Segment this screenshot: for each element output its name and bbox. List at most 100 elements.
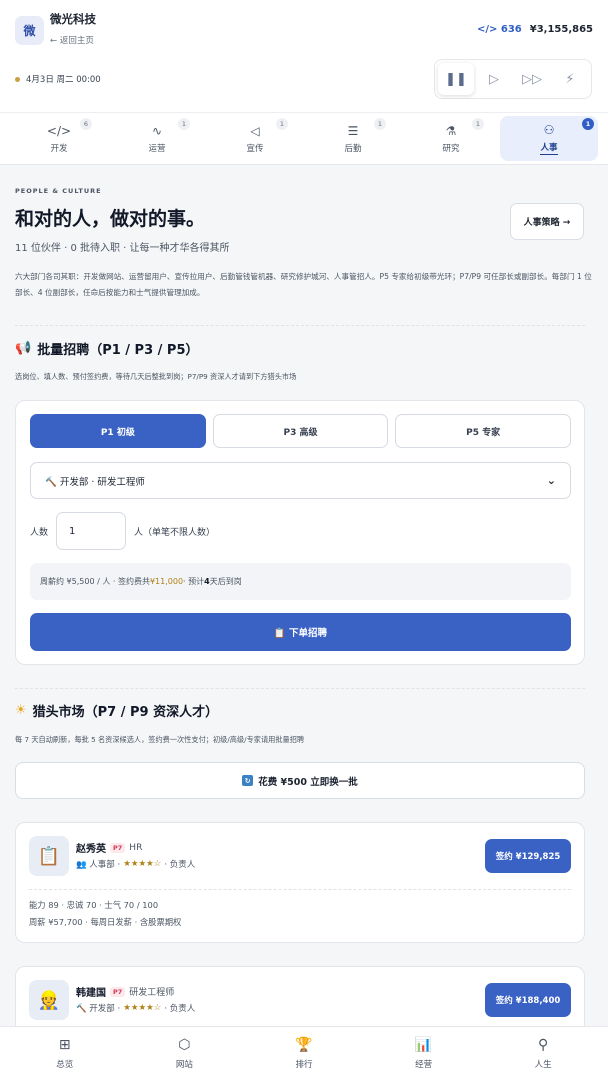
nav-life[interactable]: ⚲ 人生 xyxy=(483,1027,603,1080)
flask-icon: ⚗ xyxy=(445,123,457,138)
company-logo: 微 xyxy=(15,16,44,45)
tab-badge: 1 xyxy=(582,118,594,130)
candidate-dept-row: 👥 人事部 · ★★★★☆ · 负责人 xyxy=(76,858,195,870)
tab-label: 运营 xyxy=(148,143,166,154)
status-dot-icon xyxy=(15,76,20,82)
tab-label: 后勤 xyxy=(344,143,362,154)
batch-recruit-card: P1 初级 P3 高级 P5 专家 🔨 开发部 · 研发工程师 ⌄ 人数 1 人… xyxy=(15,400,585,665)
divider xyxy=(29,889,571,890)
main-content[interactable]: PEOPLE & CULTURE 和对的人，做对的事。 11 位伙伴 · 0 批… xyxy=(0,166,608,1026)
candidate-dept-suffix: · 负责人 xyxy=(164,860,196,870)
bottom-nav: ⊞ 总览 ⬡ 网站 🏆 排行 📊 经营 ⚲ 人生 xyxy=(0,1026,608,1080)
company-name: 微光科技 xyxy=(50,12,96,26)
headcount-input[interactable]: 1 xyxy=(56,512,127,550)
app-header: 微 微光科技 ← 返回主页 </> 636 ¥3,155,865 4月3日 周二… xyxy=(0,0,608,112)
headcount-row: 人数 1 人（单笔不限人数） xyxy=(30,512,215,550)
worker-icon: 👷 xyxy=(29,980,69,1020)
refresh-icon: ↻ xyxy=(242,775,254,786)
person-walk-icon: ⚲ xyxy=(538,1036,549,1053)
summary-fee: ¥11,000 xyxy=(149,577,184,586)
nav-label: 网站 xyxy=(175,1059,193,1070)
tab-badge: 1 xyxy=(472,118,484,130)
page-subtitle: 11 位伙伴 · 0 批待入职 · 让每一种才华各得其所 xyxy=(15,243,230,254)
candidate-role: HR xyxy=(129,842,143,853)
sign-candidate-button[interactable]: 签约 ¥188,400 xyxy=(485,983,571,1017)
headhunter-title-text: 猎头市场（P7 / P9 资深人才） xyxy=(32,705,219,720)
nav-label: 人生 xyxy=(534,1059,552,1070)
tab-logistics[interactable]: ☰ 后勤 1 xyxy=(304,116,402,161)
clipboard-icon: 📋 xyxy=(29,836,69,876)
headhunter-section-title: ☀ 猎头市场（P7 / P9 资深人才） xyxy=(15,701,218,720)
trophy-icon: 🏆 xyxy=(295,1036,313,1053)
time-controls: ❚❚ ▷ ▷▷ ⚡ xyxy=(434,59,592,99)
nav-business[interactable]: 📊 经营 xyxy=(364,1027,484,1080)
candidate-attributes: 能力 89 · 忠诚 70 · 士气 70 / 100 xyxy=(29,900,159,910)
play-button[interactable]: ▷ xyxy=(476,63,512,95)
tab-dev[interactable]: </> 开发 6 xyxy=(10,116,108,161)
megaphone-icon: ◁ xyxy=(250,123,260,138)
candidate-card: 📋 赵秀英 P7 HR 👥 人事部 · ★★★★☆ · 负责人 签约 ¥129,… xyxy=(15,822,585,943)
tab-research[interactable]: ⚗ 研究 1 xyxy=(402,116,500,161)
section-eyebrow: PEOPLE & CULTURE xyxy=(15,187,102,195)
nav-overview[interactable]: ⊞ 总览 xyxy=(5,1027,125,1080)
game-date: 4月3日 周二 00:00 xyxy=(15,73,101,85)
candidate-role: 研发工程师 xyxy=(129,988,175,998)
rating-stars: ★★★★☆ xyxy=(123,859,162,869)
candidate-dept: 🔨 开发部 · xyxy=(76,1004,121,1014)
sign-candidate-button[interactable]: 签约 ¥129,825 xyxy=(485,839,571,873)
batch-section-subtitle: 选岗位、填人数、预付签约费，等待几天后整批到岗；P7/P9 资深人才请到下方猎头… xyxy=(15,372,297,381)
date-text: 4月3日 周二 00:00 xyxy=(26,75,101,85)
tab-marketing[interactable]: ◁ 宣传 1 xyxy=(206,116,304,161)
tab-badge: 1 xyxy=(178,118,190,130)
nav-website[interactable]: ⬡ 网站 xyxy=(125,1027,245,1080)
back-home-link[interactable]: ← 返回主页 xyxy=(50,34,94,46)
nav-label: 经营 xyxy=(415,1059,433,1070)
tab-hr[interactable]: ⚇ 人事 1 xyxy=(500,116,598,161)
candidate-card: 👷 韩建国 P7 研发工程师 🔨 开发部 · ★★★★☆ · 负责人 签约 ¥1… xyxy=(15,966,585,1026)
summary-mid: · 预计 xyxy=(183,577,205,586)
box-icon: ⬡ xyxy=(178,1036,191,1053)
app-root: 微 微光科技 ← 返回主页 </> 636 ¥3,155,865 4月3日 周二… xyxy=(0,0,608,1080)
level-badge: P7 xyxy=(110,986,126,997)
refresh-button-label: 花费 ¥500 立即换一批 xyxy=(258,776,358,788)
code-count: </> 636 xyxy=(476,24,522,35)
hr-strategy-button[interactable]: 人事策略 → xyxy=(510,203,584,240)
level-selector: P1 初级 P3 高级 P5 专家 xyxy=(30,414,572,448)
place-order-button[interactable]: 📋 下单招聘 xyxy=(30,613,571,651)
position-select[interactable]: 🔨 开发部 · 研发工程师 ⌄ xyxy=(30,462,571,499)
nav-label: 总览 xyxy=(56,1059,74,1070)
level-p1-button[interactable]: P1 初级 xyxy=(30,414,206,448)
nav-label: 排行 xyxy=(295,1059,313,1070)
candidate-name-row: 韩建国 P7 研发工程师 xyxy=(76,984,174,999)
page-description: 六大部门各司其职：开发做网站、运营留用户、宣传拉用户、后勤管钱管机器、研究修护城… xyxy=(15,272,592,297)
headcount-label: 人数 xyxy=(30,527,49,538)
pause-button[interactable]: ❚❚ xyxy=(438,63,474,95)
sun-icon: ☀ xyxy=(15,703,27,718)
money-balance: ¥3,155,865 xyxy=(529,24,593,35)
summary-suffix: 天后到岗 xyxy=(209,577,242,586)
candidate-dept-suffix: · 负责人 xyxy=(164,1004,196,1014)
activity-icon: ∿ xyxy=(151,123,163,138)
turbo-button[interactable]: ⚡ xyxy=(552,63,588,95)
cost-summary: 周薪约 ¥5,500 / 人 · 签约费共 ¥11,000 · 预计 4 天后到… xyxy=(30,563,571,600)
department-tabs: </> 开发 6 ∿ 运营 1 ◁ 宣传 1 ☰ 后勤 1 ⚗ 研究 1 ⚇ 人… xyxy=(0,112,608,165)
nav-ranking[interactable]: 🏆 排行 xyxy=(244,1027,364,1080)
tab-label: 研究 xyxy=(442,143,460,154)
refresh-candidates-button[interactable]: ↻ 花费 ¥500 立即换一批 xyxy=(15,762,585,799)
user-plus-icon: ⚇ xyxy=(543,122,555,137)
stats-bar: </> 636 ¥3,155,865 xyxy=(477,24,593,35)
tab-label: 人事 xyxy=(540,142,558,155)
page-title: 和对的人，做对的事。 xyxy=(15,208,206,230)
divider xyxy=(15,325,585,326)
grid-icon: ⊞ xyxy=(58,1036,71,1053)
chevron-down-icon: ⌄ xyxy=(546,474,556,487)
tab-ops[interactable]: ∿ 运营 1 xyxy=(108,116,206,161)
candidate-dept-row: 🔨 开发部 · ★★★★☆ · 负责人 xyxy=(76,1002,195,1014)
tab-badge: 6 xyxy=(80,118,92,130)
level-p5-button[interactable]: P5 专家 xyxy=(395,414,572,448)
summary-prefix: 周薪约 ¥5,500 / 人 · 签约费共 xyxy=(40,577,150,586)
level-p3-button[interactable]: P3 高级 xyxy=(212,414,389,448)
headcount-unit: 人（单笔不限人数） xyxy=(134,527,216,538)
fast-forward-button[interactable]: ▷▷ xyxy=(514,63,550,95)
divider xyxy=(15,688,585,689)
